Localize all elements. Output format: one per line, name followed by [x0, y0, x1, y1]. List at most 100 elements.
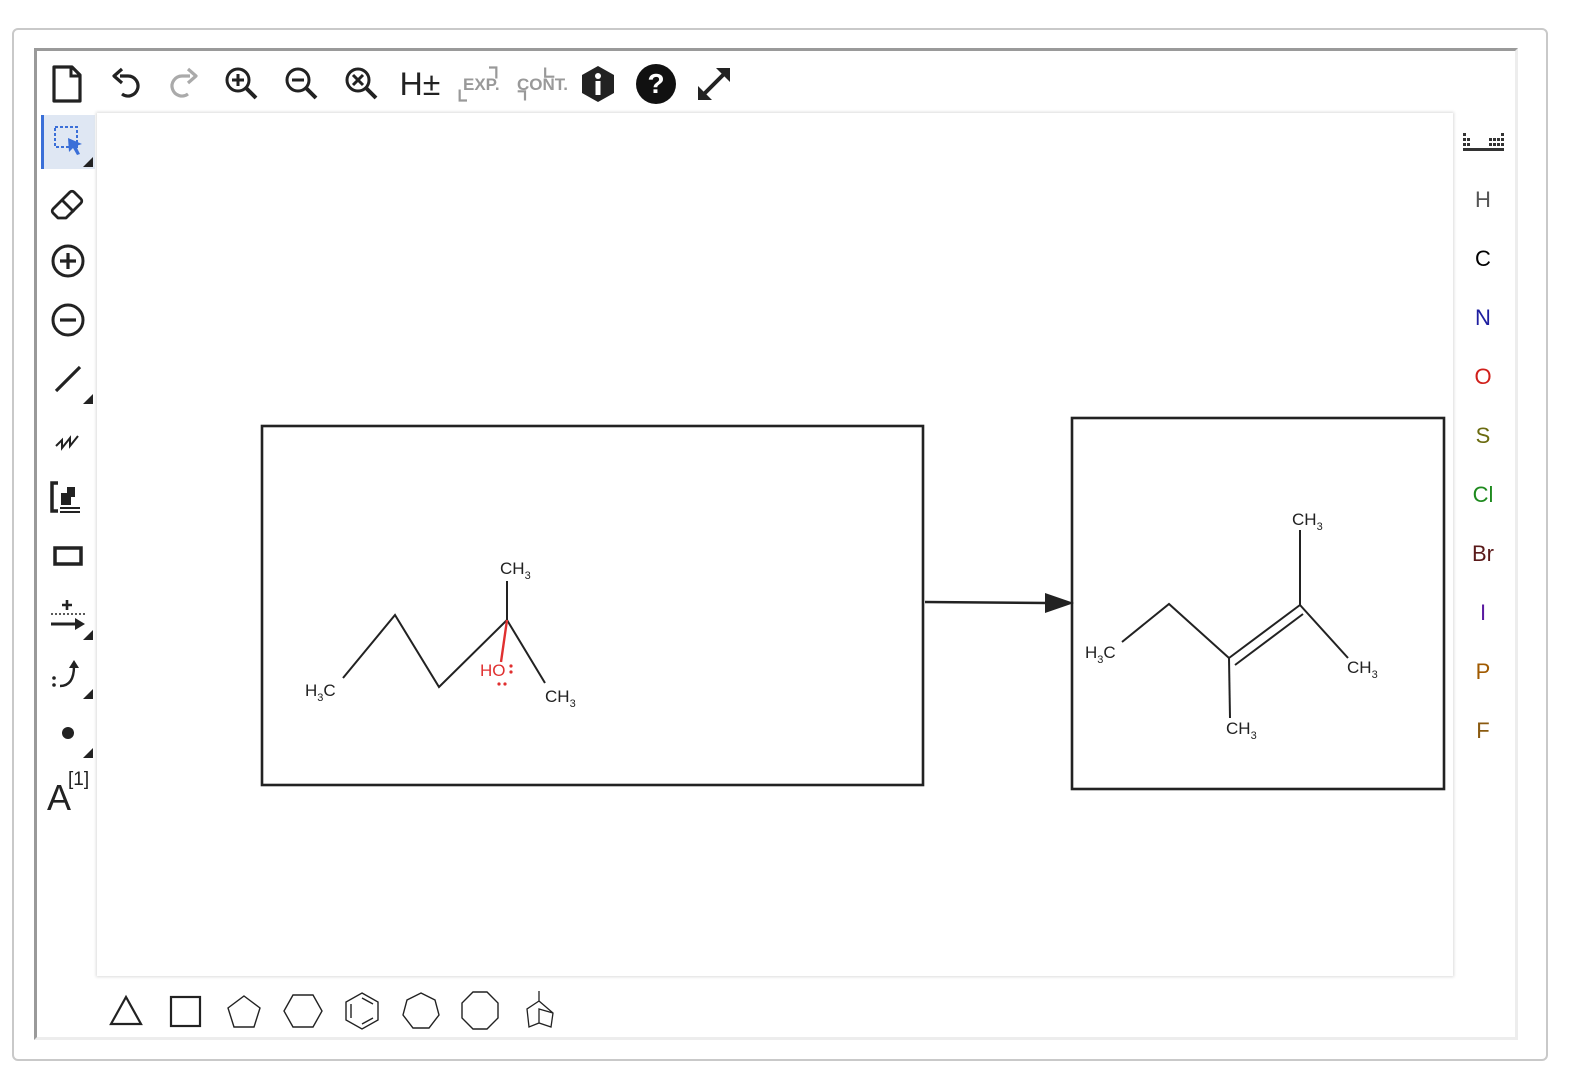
curved-arrow-icon [52, 660, 79, 688]
minus-circle-icon [51, 303, 85, 337]
atom-symbol-c: C [1475, 246, 1491, 271]
bracket-icon [50, 481, 80, 513]
chain-tool[interactable] [41, 411, 95, 465]
atom-symbol-s: S [1475, 423, 1491, 448]
product-ch3-top-label: CH3 [1292, 510, 1323, 533]
single-bond-icon [54, 365, 82, 393]
contract-label: CONT. [517, 75, 568, 94]
atom-label-tool[interactable]: A [1] [41, 765, 95, 819]
fullscreen-button[interactable] [692, 60, 736, 108]
reactant-molecule[interactable]: CH3 H3C CH3 HO [305, 559, 576, 710]
reactant-box[interactable] [260, 424, 925, 787]
product-h3c-label: H3C [1085, 643, 1116, 666]
help-icon: ? [636, 64, 676, 104]
zoom-reset-button[interactable] [340, 60, 384, 108]
info-button[interactable] [576, 60, 620, 108]
bond-tool[interactable] [41, 352, 95, 406]
square-icon [169, 995, 202, 1028]
tool-submenu-corner [83, 689, 93, 699]
zoom-reset-icon [345, 67, 378, 100]
rectangle-tool[interactable] [41, 529, 95, 583]
product-box[interactable] [1070, 416, 1446, 791]
atom-symbol-f: F [1476, 718, 1490, 743]
eraser-tool[interactable] [41, 175, 95, 229]
periodic-table-icon [1463, 133, 1504, 151]
cyclopropane-template[interactable] [101, 988, 151, 1034]
tool-submenu-corner [83, 630, 93, 640]
tool-submenu-corner [83, 157, 93, 167]
help-button[interactable]: ? [634, 60, 678, 108]
toggle-hydrogens-button[interactable]: H± [398, 60, 442, 108]
atom-button-c[interactable]: C [1460, 234, 1506, 284]
negative-charge-tool[interactable] [41, 293, 95, 347]
product-ch3-right-label: CH3 [1347, 658, 1378, 681]
cyclooctane-template[interactable] [455, 988, 505, 1034]
atom-button-p[interactable]: P [1460, 647, 1506, 697]
benzene-icon [345, 992, 379, 1030]
zoom-out-button[interactable] [280, 60, 324, 108]
selection-icon [53, 126, 82, 155]
zoom-out-icon [285, 67, 318, 100]
redo-button[interactable] [162, 60, 206, 108]
sgroup-tool[interactable] [41, 470, 95, 524]
atom-button-br[interactable]: Br [1460, 529, 1506, 579]
atom-symbol-n: N [1475, 305, 1491, 330]
cyclopentane-template[interactable] [219, 988, 269, 1034]
undo-button[interactable] [104, 60, 148, 108]
atom-button-h[interactable]: H [1460, 175, 1506, 225]
periodic-table-button[interactable] [1460, 118, 1506, 168]
heptagon-icon [402, 992, 440, 1029]
bicyclic-template[interactable] [514, 988, 564, 1034]
atom-button-o[interactable]: O [1460, 352, 1506, 402]
undo-icon [112, 67, 140, 98]
benzene-template[interactable] [337, 988, 387, 1034]
zoom-in-icon [225, 67, 258, 100]
cyclobutane-template[interactable] [160, 988, 210, 1034]
atom-label-superscript: [1] [68, 769, 90, 790]
toggle-hydrogens-label: H± [399, 65, 441, 102]
cycloheptane-template[interactable] [396, 988, 446, 1034]
contract-button[interactable]: CONT. [514, 60, 568, 108]
hexagon-icon [283, 994, 323, 1028]
reactant-ch3-right-label: CH3 [545, 687, 576, 710]
atom-symbol-h: H [1475, 187, 1491, 212]
radical-tool[interactable] [41, 706, 95, 760]
atom-button-s[interactable]: S [1460, 411, 1506, 461]
new-file-icon [52, 65, 82, 103]
reactant-h3c-label: H3C [305, 681, 336, 704]
product-molecule[interactable]: CH3 H3C CH3 CH3 [1085, 510, 1378, 742]
svg-text:?: ? [647, 68, 664, 99]
triangle-icon [109, 994, 143, 1026]
atom-symbol-cl: Cl [1472, 482, 1494, 507]
atom-button-f[interactable]: F [1460, 706, 1506, 756]
plus-circle-icon [51, 244, 85, 278]
atom-button-cl[interactable]: Cl [1460, 470, 1506, 520]
atom-button-n[interactable]: N [1460, 293, 1506, 343]
electron-arrow-tool[interactable] [41, 647, 95, 701]
drawing-canvas[interactable]: CH3 H3C CH3 HO CH3 H3C CH3 CH3 [97, 113, 1453, 976]
new-document-button[interactable] [44, 60, 88, 108]
bicyclo-icon [526, 991, 554, 1028]
chain-icon [55, 435, 79, 451]
dot-icon [62, 727, 74, 739]
canvas-svg: CH3 H3C CH3 HO CH3 H3C CH3 CH3 [260, 416, 1446, 791]
select-tool[interactable] [41, 115, 95, 169]
octagon-icon [461, 991, 499, 1030]
expand-button[interactable]: EXP. [456, 60, 500, 108]
product-ch3-bottom-label: CH3 [1226, 719, 1257, 742]
info-icon [582, 66, 614, 102]
fullscreen-icon [698, 68, 730, 100]
atom-symbol-br: Br [1472, 541, 1494, 566]
tool-submenu-corner [83, 394, 93, 404]
zoom-in-button[interactable] [220, 60, 264, 108]
atom-button-i[interactable]: I [1460, 588, 1506, 638]
cyclohexane-template[interactable] [278, 988, 328, 1034]
reaction-arrow-tool[interactable] [41, 588, 95, 642]
reactant-hydroxyl-label: HO [480, 661, 506, 680]
reaction-arrow[interactable] [924, 593, 1074, 613]
positive-charge-tool[interactable] [41, 234, 95, 288]
tool-submenu-corner [83, 748, 93, 758]
atom-symbol-p: P [1475, 659, 1491, 684]
reactant-ch3-top-label: CH3 [500, 559, 531, 582]
redo-icon [170, 67, 198, 98]
